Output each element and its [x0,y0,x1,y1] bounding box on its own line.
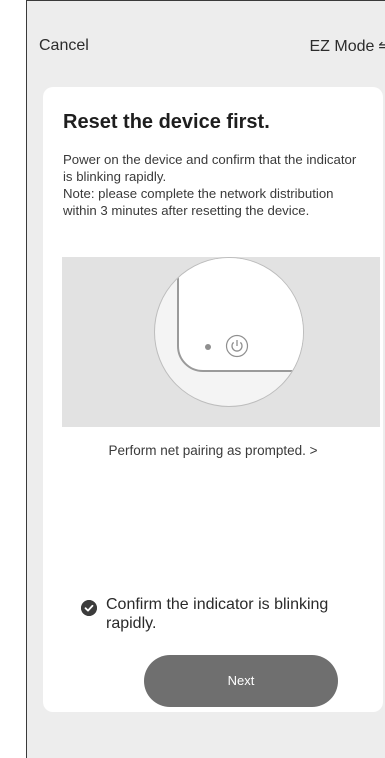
zoom-circle [154,257,304,407]
indicator-light [205,344,211,350]
power-icon [225,334,249,358]
app-screen: Cancel EZ Mode⇋ Reset the device first. … [26,0,385,758]
page-title: Reset the device first. [63,111,270,133]
instruction-line: Power on the device and confirm that the… [63,152,357,184]
instruction-card: Reset the device first. Power on the dev… [43,87,383,712]
ez-mode-label: EZ Mode [309,38,375,55]
instruction-text: Power on the device and confirm that the… [63,151,363,219]
top-bar: Cancel EZ Mode⇋ [27,1,385,91]
device-illustration [62,257,380,427]
ez-mode-switch[interactable]: EZ Mode⇋ [310,37,385,56]
swap-arrows-icon: ⇋ [378,38,385,55]
confirm-label: Confirm the indicator is blinking rapidl… [106,596,329,632]
next-button[interactable]: Next [144,655,338,707]
note-line: Note: please complete the network distri… [63,186,334,218]
net-pairing-link[interactable]: Perform net pairing as prompted. > [43,443,383,458]
cancel-button[interactable]: Cancel [39,37,89,55]
check-circle-icon [81,600,97,616]
